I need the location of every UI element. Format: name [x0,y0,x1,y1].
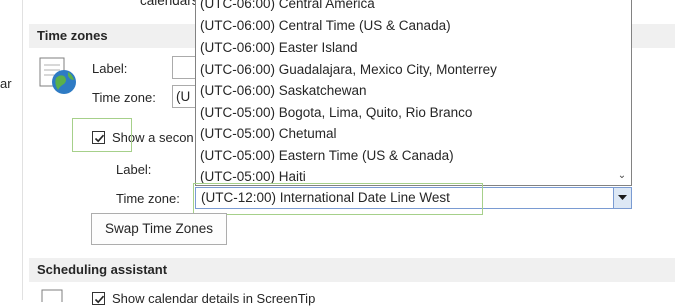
dropdown-item[interactable]: (UTC-06:00) Central Time (US & Canada) [200,15,451,37]
show-second-timezone-label: Show a secon [112,130,194,145]
nav-cut-text: ar [0,76,12,91]
dropdown-item[interactable]: (UTC-05:00) Bogota, Lima, Quito, Rio Bra… [200,102,472,124]
show-calendar-details-checkbox[interactable] [92,292,105,305]
dropdown-item[interactable]: (UTC-05:00) Eastern Time (US & Canada) [200,145,454,167]
dropdown-item[interactable]: (UTC-05:00) Haiti [200,166,306,185]
timezone-caption: Time zone: [92,90,156,105]
dropdown-item[interactable]: (UTC-06:00) Easter Island [200,37,358,59]
label-caption: Label: [92,61,128,76]
dropdown-item[interactable]: (UTC-05:00) Chetumal [200,123,337,145]
timezone-select-value: (U [176,89,191,104]
left-nav-strip: ar [0,0,23,300]
dropdown-item[interactable]: (UTC-06:00) Saskatchewan [200,80,367,102]
second-timezone-value: (UTC-12:00) International Date Line West [201,190,450,205]
checkmark-icon [94,134,105,143]
show-second-timezone-checkbox[interactable] [92,131,105,144]
chevron-down-icon [618,195,627,200]
swap-time-zones-button[interactable]: Swap Time Zones [91,213,227,245]
second-timezone-combo[interactable]: (UTC-12:00) International Date Line West [195,187,632,209]
show-calendar-details-label: Show calendar details in ScreenTip [112,291,316,306]
globe-calendar-icon [39,57,76,94]
timezone-dropdown-list[interactable]: (UTC-06:00) Central America (UTC-06:00) … [195,0,632,186]
scroll-down-icon[interactable]: ⌄ [615,169,629,183]
dropdown-button[interactable] [613,188,631,208]
second-timezone-caption: Time zone: [116,191,180,206]
second-label-caption: Label: [116,162,152,177]
dropdown-item[interactable]: (UTC-06:00) Guadalajara, Mexico City, Mo… [200,59,497,81]
dropdown-item[interactable]: (UTC-06:00) Central America [200,0,375,15]
scheduling-assistant-header: Scheduling assistant [29,258,675,282]
